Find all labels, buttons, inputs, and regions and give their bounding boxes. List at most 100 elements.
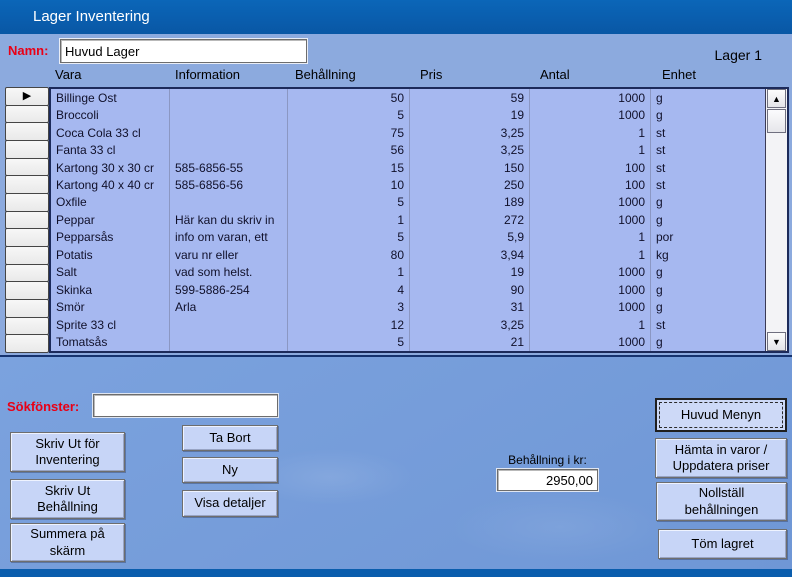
cell-information[interactable]: 585-6856-56	[170, 176, 288, 193]
cell-vara[interactable]: Coca Cola 33 cl	[51, 124, 170, 141]
cell-information[interactable]: Här kan du skriv in	[170, 211, 288, 228]
cell-enhet[interactable]: st	[651, 124, 765, 141]
row-selector-cell[interactable]	[5, 211, 49, 230]
table-row[interactable]: Kartong 30 x 30 cr585-6856-5515150100st	[51, 159, 765, 176]
cell-information[interactable]	[170, 316, 288, 333]
cell-pris[interactable]: 19	[410, 106, 530, 123]
cell-antal[interactable]: 100	[530, 159, 651, 176]
cell-behallning[interactable]: 1	[288, 264, 410, 281]
cell-behallning[interactable]: 75	[288, 124, 410, 141]
cell-pris[interactable]: 3,94	[410, 246, 530, 263]
cell-behallning[interactable]: 80	[288, 246, 410, 263]
cell-enhet[interactable]: g	[651, 264, 765, 281]
cell-enhet[interactable]: g	[651, 194, 765, 211]
cell-pris[interactable]: 3,25	[410, 124, 530, 141]
cell-behallning[interactable]: 1	[288, 211, 410, 228]
table-row[interactable]: SmörArla3311000g	[51, 298, 765, 315]
cell-vara[interactable]: Fanta 33 cl	[51, 141, 170, 158]
column-header-vara[interactable]: Vara	[55, 67, 82, 82]
cell-antal[interactable]: 1000	[530, 211, 651, 228]
cell-enhet[interactable]: g	[651, 106, 765, 123]
cell-behallning[interactable]: 5	[288, 333, 410, 350]
table-row[interactable]: Sprite 33 cl123,251st	[51, 316, 765, 333]
cell-pris[interactable]: 3,25	[410, 316, 530, 333]
cell-vara[interactable]: Kartong 30 x 30 cr	[51, 159, 170, 176]
cell-information[interactable]	[170, 141, 288, 158]
column-header-antal[interactable]: Antal	[540, 67, 570, 82]
row-selector-cell[interactable]	[5, 281, 49, 300]
row-selector-cell[interactable]: ▶	[5, 87, 49, 106]
row-selector-cell[interactable]	[5, 175, 49, 194]
cell-vara[interactable]: Tomatsås	[51, 333, 170, 350]
cell-vara[interactable]: Skinka	[51, 281, 170, 298]
cell-pris[interactable]: 59	[410, 89, 530, 106]
cell-information[interactable]: 599-5886-254	[170, 281, 288, 298]
huvud-menyn-button[interactable]: Huvud Menyn	[655, 398, 787, 432]
cell-behallning[interactable]: 5	[288, 106, 410, 123]
table-row[interactable]: PepparHär kan du skriv in12721000g	[51, 211, 765, 228]
scroll-up-button[interactable]: ▲	[767, 89, 786, 108]
cell-enhet[interactable]: st	[651, 159, 765, 176]
table-row[interactable]: Coca Cola 33 cl 753,251st	[51, 124, 765, 141]
column-header-enhet[interactable]: Enhet	[662, 67, 696, 82]
cell-antal[interactable]: 1000	[530, 89, 651, 106]
cell-pris[interactable]: 21	[410, 333, 530, 350]
row-selector-cell[interactable]	[5, 246, 49, 265]
table-row[interactable]: Oxfile51891000g	[51, 194, 765, 211]
cell-vara[interactable]: Kartong 40 x 40 cr	[51, 176, 170, 193]
visa-detaljer-button[interactable]: Visa detaljer	[182, 490, 278, 517]
cell-behallning[interactable]: 5	[288, 229, 410, 246]
row-selector-cell[interactable]	[5, 228, 49, 247]
cell-behallning[interactable]: 3	[288, 298, 410, 315]
cell-enhet[interactable]: st	[651, 141, 765, 158]
cell-behallning[interactable]: 4	[288, 281, 410, 298]
cell-pris[interactable]: 19	[410, 264, 530, 281]
row-selector-cell[interactable]	[5, 334, 49, 353]
cell-antal[interactable]: 1	[530, 124, 651, 141]
cell-information[interactable]	[170, 124, 288, 141]
cell-antal[interactable]: 1000	[530, 264, 651, 281]
cell-pris[interactable]: 272	[410, 211, 530, 228]
cell-antal[interactable]: 1	[530, 141, 651, 158]
nollstall-behallningen-button[interactable]: Nollställ behållningen	[656, 482, 787, 521]
ta-bort-button[interactable]: Ta Bort	[182, 425, 278, 451]
cell-pris[interactable]: 250	[410, 176, 530, 193]
cell-information[interactable]	[170, 89, 288, 106]
row-selector-cell[interactable]	[5, 264, 49, 283]
column-header-behallning[interactable]: Behållning	[295, 67, 356, 82]
scrollbar-thumb[interactable]	[767, 109, 786, 133]
summera-pa-skarm-button[interactable]: Summera på skärm	[10, 523, 125, 562]
cell-enhet[interactable]: st	[651, 176, 765, 193]
cell-information[interactable]: vad som helst.	[170, 264, 288, 281]
namn-input[interactable]	[60, 39, 307, 63]
column-header-information[interactable]: Information	[175, 67, 240, 82]
skriv-ut-behallning-button[interactable]: Skriv Ut Behållning	[10, 479, 125, 519]
cell-information[interactable]: info om varan, ett	[170, 229, 288, 246]
row-selector-cell[interactable]	[5, 140, 49, 159]
cell-behallning[interactable]: 56	[288, 141, 410, 158]
table-row[interactable]: Kartong 40 x 40 cr585-6856-5610250100st	[51, 176, 765, 193]
vertical-scrollbar[interactable]: ▲ ▼	[765, 89, 787, 351]
hamta-in-varor-uppdatera-priser-button[interactable]: Hämta in varor / Uppdatera priser	[655, 438, 787, 478]
row-selector-cell[interactable]	[5, 122, 49, 141]
cell-vara[interactable]: Oxfile	[51, 194, 170, 211]
cell-behallning[interactable]: 50	[288, 89, 410, 106]
cell-information[interactable]	[170, 333, 288, 350]
cell-antal[interactable]: 1000	[530, 333, 651, 350]
column-header-pris[interactable]: Pris	[420, 67, 442, 82]
cell-pris[interactable]: 5,9	[410, 229, 530, 246]
cell-information[interactable]	[170, 194, 288, 211]
behallning-i-kr-input[interactable]	[497, 469, 598, 491]
cell-antal[interactable]: 1	[530, 246, 651, 263]
cell-enhet[interactable]: por	[651, 229, 765, 246]
cell-enhet[interactable]: g	[651, 281, 765, 298]
cell-pris[interactable]: 3,25	[410, 141, 530, 158]
cell-vara[interactable]: Sprite 33 cl	[51, 316, 170, 333]
cell-antal[interactable]: 1	[530, 316, 651, 333]
cell-antal[interactable]: 1000	[530, 281, 651, 298]
cell-antal[interactable]: 1000	[530, 298, 651, 315]
row-selector-cell[interactable]	[5, 105, 49, 124]
row-selector-cell[interactable]	[5, 158, 49, 177]
cell-information[interactable]: 585-6856-55	[170, 159, 288, 176]
cell-vara[interactable]: Smör	[51, 298, 170, 315]
